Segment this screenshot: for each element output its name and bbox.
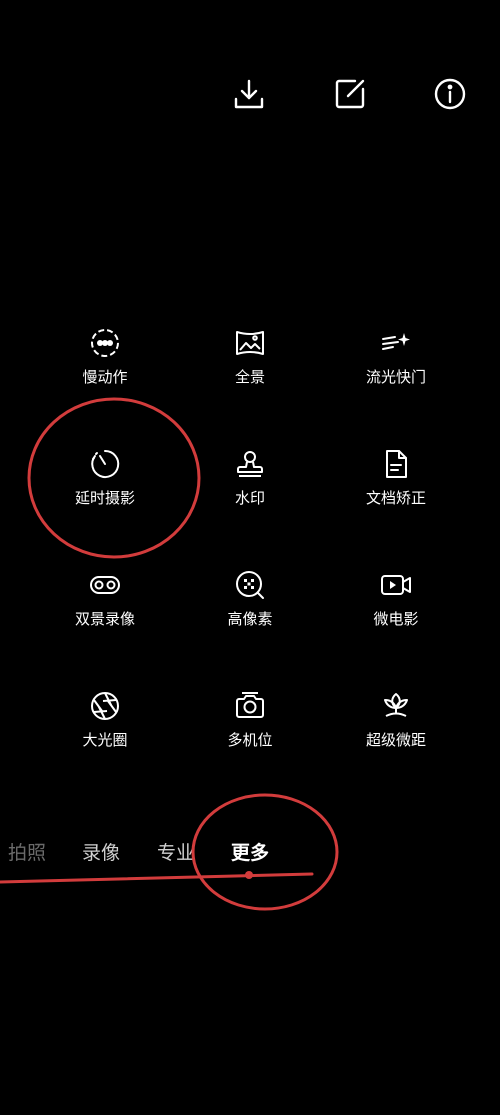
tab-photo[interactable]: 拍照 — [8, 838, 46, 865]
macro-flower-icon — [379, 689, 413, 723]
mode-super-macro[interactable]: 超级微距 — [331, 689, 461, 759]
mode-aperture[interactable]: 大光圈 — [40, 689, 170, 759]
camera-icon — [233, 689, 267, 723]
mode-label: 流光快门 — [365, 368, 426, 386]
mode-multi-camera[interactable]: 多机位 — [185, 689, 315, 759]
mode-label: 微电影 — [373, 610, 419, 628]
annotation-underline — [0, 872, 314, 884]
info-icon — [434, 78, 466, 110]
watermark-stamp-icon — [233, 447, 267, 481]
timelapse-icon — [88, 447, 122, 481]
mode-label: 文档矫正 — [365, 489, 426, 507]
mode-label: 高像素 — [227, 610, 273, 628]
mode-label: 延时摄影 — [74, 489, 135, 507]
annotation-overlay — [0, 397, 339, 911]
mode-high-resolution[interactable]: 高像素 — [185, 568, 315, 638]
mode-label: 双景录像 — [74, 610, 135, 628]
mode-label: 多机位 — [227, 731, 273, 749]
mode-label: 超级微距 — [365, 731, 426, 749]
dual-view-icon — [88, 568, 122, 602]
mode-micro-movie[interactable]: 微电影 — [331, 568, 461, 638]
tab-pro[interactable]: 专业 — [157, 838, 195, 865]
info-button[interactable] — [430, 74, 470, 114]
slow-motion-icon — [88, 326, 122, 360]
mode-label: 大光圈 — [82, 731, 128, 749]
mode-panorama[interactable]: 全景 — [185, 326, 315, 396]
active-tab-indicator — [245, 871, 253, 879]
high-resolution-icon — [233, 568, 267, 602]
aperture-icon — [88, 689, 122, 723]
mode-watermark[interactable]: 水印 — [185, 447, 315, 517]
mode-label: 水印 — [234, 489, 265, 507]
edit-button[interactable] — [330, 74, 370, 114]
mode-light-trail[interactable]: 流光快门 — [331, 326, 461, 396]
light-trail-icon — [379, 326, 413, 360]
download-button[interactable] — [229, 74, 269, 114]
video-icon — [379, 568, 413, 602]
mode-document[interactable]: 文档矫正 — [331, 447, 461, 517]
tab-more[interactable]: 更多 — [231, 838, 269, 865]
edit-icon — [335, 79, 365, 109]
tab-video[interactable]: 录像 — [82, 838, 120, 865]
panorama-icon — [233, 326, 267, 360]
mode-label: 全景 — [234, 368, 265, 386]
document-icon — [379, 447, 413, 481]
mode-label: 慢动作 — [82, 368, 128, 386]
mode-dual-view[interactable]: 双景录像 — [40, 568, 170, 638]
mode-timelapse[interactable]: 延时摄影 — [40, 447, 170, 517]
mode-slow-motion[interactable]: 慢动作 — [40, 326, 170, 396]
download-icon — [234, 79, 264, 109]
